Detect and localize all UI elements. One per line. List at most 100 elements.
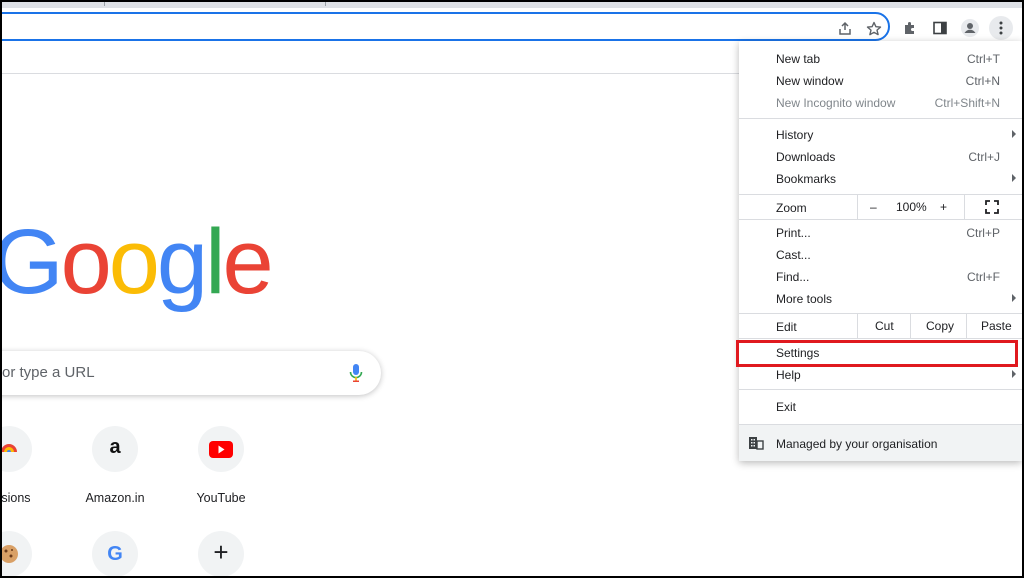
managed-by-organisation[interactable]: Managed by your organisation	[739, 424, 1022, 461]
menu-item-history[interactable]: History	[739, 124, 1022, 146]
menu-item-label: Edit	[776, 320, 797, 334]
menu-item-cast[interactable]: Cast...	[739, 244, 1022, 266]
address-bar[interactable]	[0, 12, 890, 41]
logo-letter: l	[205, 211, 226, 313]
logo-letter: G	[0, 211, 64, 313]
divider	[966, 314, 967, 338]
chrome-menu: New tab Ctrl+T New window Ctrl+N New Inc…	[739, 41, 1022, 461]
shortcut-google[interactable]: G	[67, 531, 163, 577]
menu-item-label: Cast...	[776, 248, 811, 262]
shortcut-tile	[198, 426, 244, 472]
menu-item-more-tools[interactable]: More tools	[739, 288, 1022, 310]
menu-item-label: Downloads	[776, 150, 836, 164]
menu-item-new-incognito-window[interactable]: New Incognito window Ctrl+Shift+N	[739, 92, 1022, 114]
fullscreen-icon[interactable]	[985, 200, 999, 217]
menu-item-shortcut: Ctrl+N	[965, 74, 1000, 88]
search-placeholder: or type a URL	[2, 364, 95, 381]
menu-item-shortcut: Ctrl+P	[966, 226, 1000, 240]
submenu-arrow-icon	[1012, 370, 1016, 378]
menu-item-shortcut: Ctrl+T	[967, 52, 1000, 66]
shortcut-label: YouTube	[196, 491, 246, 505]
microphone-icon[interactable]	[349, 363, 363, 388]
add-shortcut-button[interactable]: +	[173, 531, 269, 577]
submenu-arrow-icon	[1012, 130, 1016, 138]
menu-zoom-row: Zoom – 100% +	[739, 195, 1022, 219]
menu-item-shortcut: Ctrl+J	[968, 150, 1000, 164]
menu-item-help[interactable]: Help	[739, 364, 1022, 386]
menu-item-label: More tools	[776, 292, 833, 306]
menu-item-shortcut: Ctrl+F	[967, 270, 1000, 284]
shortcut-tile: a	[92, 426, 138, 472]
logo-letter: e	[222, 211, 274, 313]
divider	[964, 195, 965, 219]
building-icon	[748, 436, 764, 453]
logo-letter: g	[156, 211, 208, 313]
menu-item-label: Zoom	[776, 201, 807, 215]
amazon-icon: a	[109, 435, 121, 458]
shortcut-cookie[interactable]	[0, 531, 57, 577]
google-logo: Google	[0, 216, 274, 308]
extensions-icon[interactable]	[898, 16, 922, 40]
shortcut-label: ensions	[0, 491, 31, 505]
profile-icon[interactable]	[958, 16, 982, 40]
google-g-icon: G	[107, 542, 123, 565]
shortcut-amazon[interactable]: a Amazon.in	[67, 426, 163, 505]
zoom-level: 100%	[896, 200, 927, 214]
menu-separator	[739, 389, 1022, 390]
settings-highlight-box	[736, 340, 1018, 367]
menu-item-label: Print...	[776, 226, 811, 240]
shortcut-tile: +	[198, 531, 244, 577]
menu-separator	[739, 118, 1022, 119]
menu-item-shortcut: Ctrl+Shift+N	[934, 96, 1000, 110]
browser-toolbar	[0, 8, 1024, 45]
menu-kebab-icon[interactable]	[989, 16, 1013, 40]
side-panel-icon[interactable]	[928, 16, 952, 40]
menu-item-label: Managed by your organisation	[776, 437, 938, 451]
shortcut-youtube[interactable]: YouTube	[173, 426, 269, 505]
menu-separator	[739, 219, 1022, 220]
menu-item-label: New Incognito window	[776, 96, 896, 110]
menu-item-bookmarks[interactable]: Bookmarks	[739, 168, 1022, 190]
menu-item-print[interactable]: Print... Ctrl+P	[739, 222, 1022, 244]
share-icon[interactable]	[836, 20, 854, 38]
menu-item-find[interactable]: Find... Ctrl+F	[739, 266, 1022, 288]
menu-item-label: New window	[776, 74, 844, 88]
menu-item-downloads[interactable]: Downloads Ctrl+J	[739, 146, 1022, 168]
chrome-web-store-icon	[1, 444, 17, 452]
tab-strip	[0, 0, 1024, 8]
logo-letter: o	[60, 211, 112, 313]
logo-letter: o	[108, 211, 160, 313]
divider	[910, 314, 911, 338]
menu-item-new-tab[interactable]: New tab Ctrl+T	[739, 48, 1022, 70]
menu-item-label: History	[776, 128, 814, 142]
submenu-arrow-icon	[1012, 174, 1016, 182]
search-box[interactable]: or type a URL	[0, 351, 381, 395]
copy-button[interactable]: Copy	[926, 319, 954, 333]
menu-item-exit[interactable]: Exit	[739, 396, 1022, 418]
youtube-icon	[209, 440, 233, 458]
zoom-in-button[interactable]: +	[940, 200, 947, 214]
menu-separator	[739, 338, 1022, 339]
shortcut-extensions[interactable]: ensions	[0, 426, 57, 505]
menu-item-label: New tab	[776, 52, 821, 66]
zoom-out-button[interactable]: –	[870, 200, 877, 214]
submenu-arrow-icon	[1012, 294, 1016, 302]
divider	[857, 314, 858, 338]
star-icon[interactable]	[865, 20, 883, 38]
shortcut-label: Amazon.in	[85, 491, 145, 505]
paste-button[interactable]: Paste	[981, 319, 1012, 333]
menu-edit-row: Edit Cut Copy Paste	[739, 314, 1022, 338]
cut-button[interactable]: Cut	[875, 319, 894, 333]
menu-item-new-window[interactable]: New window Ctrl+N	[739, 70, 1022, 92]
divider	[857, 195, 858, 219]
menu-item-label: Bookmarks	[776, 172, 837, 186]
shortcut-tile	[0, 531, 32, 577]
tab-separator	[325, 0, 326, 6]
menu-item-label: Help	[776, 368, 801, 382]
tab-separator	[104, 0, 105, 6]
shortcut-tile	[0, 426, 32, 472]
menu-item-label: Find...	[776, 270, 810, 284]
menu-item-label: Exit	[776, 400, 797, 414]
cookie-icon	[0, 545, 18, 563]
plus-icon: +	[213, 537, 229, 567]
